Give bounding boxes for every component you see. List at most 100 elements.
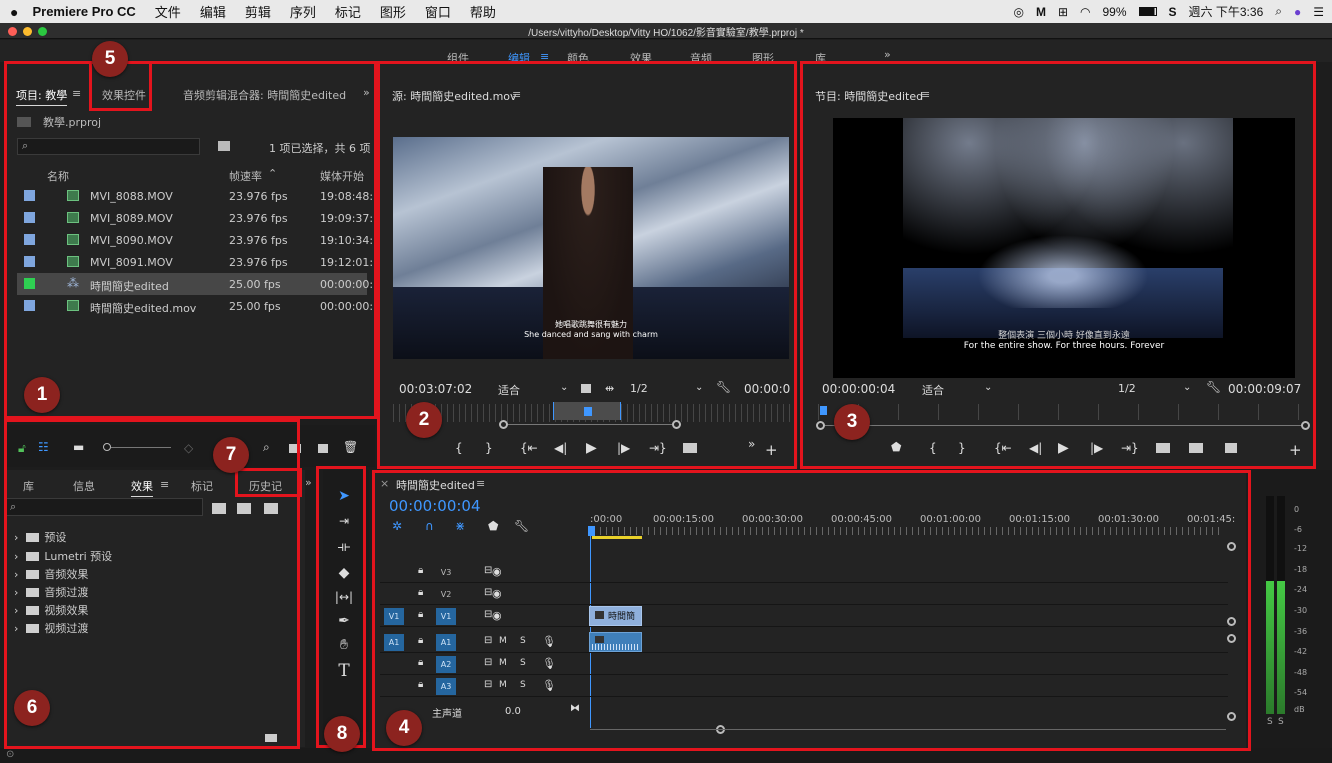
- insert-icon[interactable]: [683, 443, 697, 453]
- pen-tool-icon[interactable]: ✒︎: [333, 613, 355, 633]
- new-custom-bin-icon[interactable]: [265, 734, 277, 742]
- program-menu-icon[interactable]: ≡: [921, 88, 930, 101]
- delete-icon[interactable]: 🗑︎: [343, 440, 358, 454]
- new-bin-from-search-icon[interactable]: [218, 141, 230, 151]
- add-marker-icon[interactable]: ⬟: [891, 440, 901, 454]
- program-timecode[interactable]: 00:00:00:04: [822, 382, 895, 396]
- program-button-editor-plus-icon[interactable]: +: [1289, 441, 1302, 459]
- program-mark-out-icon[interactable]: }: [958, 441, 966, 455]
- track-lock-icon[interactable]: 🔒︎: [418, 635, 423, 646]
- voiceover-mic-icon[interactable]: 🎙︎: [542, 679, 556, 692]
- timeline-ruler-ticks[interactable]: [588, 527, 1224, 535]
- video-clip[interactable]: 時間簡: [589, 606, 642, 626]
- settings-icon[interactable]: [581, 384, 591, 393]
- source-fit-chevron-icon[interactable]: ⌄: [560, 382, 568, 393]
- program-playhead[interactable]: [820, 406, 827, 415]
- project-search-input[interactable]: ⌕: [17, 138, 200, 155]
- zoom-slider-track[interactable]: [111, 447, 171, 448]
- vertical-scroll-handle[interactable]: [1227, 712, 1236, 721]
- mark-in-icon[interactable]: {: [455, 441, 463, 455]
- eye-icon[interactable]: ◉: [492, 587, 502, 600]
- program-time-ruler[interactable]: [818, 404, 1308, 420]
- more-workspaces-icon[interactable]: »: [884, 48, 891, 61]
- tab-info[interactable]: 信息: [73, 478, 95, 494]
- wrench-icon[interactable]: 🔧︎: [716, 380, 731, 394]
- project-row-selected[interactable]: ⁂ 時間簡史edited 25.00 fps 00:00:00:: [17, 273, 373, 295]
- menu-marker[interactable]: 标记: [335, 2, 361, 21]
- program-step-back-icon[interactable]: ◀︎|: [1029, 441, 1042, 455]
- tab-history[interactable]: 历史记: [249, 478, 282, 494]
- sync-lock-icon[interactable]: ⊟: [484, 657, 492, 668]
- tab-effects[interactable]: 效果: [131, 478, 153, 497]
- tab-libraries[interactable]: 库: [23, 478, 34, 494]
- source-timecode[interactable]: 00:03:07:02: [399, 382, 472, 396]
- column-media-start[interactable]: 媒体开始: [320, 168, 364, 184]
- mute-button[interactable]: M: [499, 680, 507, 690]
- slip-tool-icon[interactable]: |↔|: [333, 590, 355, 610]
- project-row[interactable]: MVI_8090.MOV 23.976 fps 19:10:34:: [17, 229, 373, 251]
- track-lock-icon[interactable]: 🔒︎: [418, 657, 423, 668]
- program-video-frame[interactable]: 整個表演 三個小時 好像直到永遠 For the entire show. Fo…: [833, 118, 1295, 378]
- linked-selection-icon[interactable]: ⋇: [455, 519, 465, 533]
- siri-icon[interactable]: ●: [1294, 5, 1301, 19]
- spotlight-icon[interactable]: ⌕: [1275, 4, 1282, 19]
- snap-icon[interactable]: ∩: [425, 519, 434, 533]
- timeline-playhead-handle[interactable]: [588, 526, 595, 536]
- selection-tool-icon[interactable]: ➤: [333, 488, 355, 508]
- mark-out-icon[interactable]: }: [485, 441, 493, 455]
- more-buttons-icon[interactable]: »: [748, 437, 755, 451]
- effects-folder-lumetri[interactable]: › Lumetri 预设: [14, 548, 112, 564]
- timeline-settings-icon[interactable]: 🔧︎: [514, 519, 529, 533]
- voiceover-mic-icon[interactable]: 🎙︎: [542, 635, 556, 648]
- icon-view-icon[interactable]: ▬: [73, 440, 84, 454]
- source-fit-dropdown[interactable]: 适合: [498, 382, 520, 398]
- source-zoom-bar[interactable]: [508, 424, 672, 425]
- work-area-bar[interactable]: [592, 536, 642, 539]
- track-select-tool-icon[interactable]: ⇥: [333, 514, 355, 534]
- program-step-forward-icon[interactable]: |▶︎: [1090, 441, 1103, 455]
- s-app-icon[interactable]: S: [1169, 5, 1177, 19]
- nest-icon[interactable]: ✲: [392, 519, 402, 533]
- program-fit-chevron-icon[interactable]: ⌄: [984, 382, 992, 393]
- menu-sequence[interactable]: 序列: [290, 2, 316, 21]
- track-target[interactable]: A3: [436, 678, 456, 695]
- solo-button[interactable]: S: [520, 636, 526, 646]
- project-row[interactable]: MVI_8091.MOV 23.976 fps 19:12:01:: [17, 251, 373, 273]
- button-editor-plus-icon[interactable]: +: [765, 441, 778, 459]
- timeline-timecode[interactable]: 00:00:00:04: [389, 497, 481, 515]
- mute-button[interactable]: M: [499, 658, 507, 668]
- program-monitor-title[interactable]: 节目: 時間簡史edited: [815, 88, 923, 104]
- voiceover-mic-icon[interactable]: 🎙︎: [542, 657, 556, 670]
- effects-folder-audio-transitions[interactable]: › 音频过渡: [14, 584, 88, 600]
- master-track-value[interactable]: 0.0: [505, 706, 521, 717]
- lock-icon[interactable]: 🔓︎: [18, 441, 26, 456]
- source-zoom-handle[interactable]: [672, 420, 681, 429]
- sort-ascending-icon[interactable]: ⌃: [268, 167, 277, 180]
- clock[interactable]: 週六 下午3:36: [1189, 3, 1264, 20]
- sort-icon[interactable]: ◇: [184, 441, 193, 455]
- effects-folder-video-transitions[interactable]: › 视频过渡: [14, 620, 88, 636]
- menu-clip[interactable]: 剪辑: [245, 2, 271, 21]
- go-to-out-icon[interactable]: ⇥}: [649, 441, 667, 455]
- status-indicator-icon[interactable]: ⊙: [6, 749, 14, 760]
- program-play-icon[interactable]: ▶︎: [1058, 440, 1069, 456]
- list-view-icon[interactable]: ☷: [38, 440, 49, 454]
- export-frame-icon[interactable]: [1225, 443, 1237, 453]
- 32bit-effects-icon[interactable]: [237, 503, 251, 514]
- battery-percent[interactable]: 99%: [1103, 5, 1127, 19]
- type-tool-icon[interactable]: T: [333, 661, 355, 681]
- source-monitor-title[interactable]: 源: 時間簡史edited.mov: [392, 88, 517, 104]
- solo-button[interactable]: S: [520, 680, 526, 690]
- tab-project[interactable]: 项目: 教學: [16, 87, 68, 106]
- accelerated-effects-icon[interactable]: [212, 503, 226, 514]
- zoom-slider-handle[interactable]: [103, 443, 111, 451]
- eye-icon[interactable]: ◉: [492, 565, 502, 578]
- find-icon[interactable]: ⌕: [263, 440, 270, 455]
- program-go-to-out-icon[interactable]: ⇥}: [1121, 441, 1139, 455]
- tab-effect-controls[interactable]: 效果控件: [102, 87, 146, 103]
- project-row[interactable]: MVI_8089.MOV 23.976 fps 19:09:37:: [17, 207, 373, 229]
- menu-edit[interactable]: 编辑: [200, 2, 226, 21]
- program-resolution[interactable]: 1/2: [1118, 382, 1136, 395]
- extract-icon[interactable]: [1189, 443, 1203, 453]
- razor-tool-icon[interactable]: ◆: [333, 565, 355, 585]
